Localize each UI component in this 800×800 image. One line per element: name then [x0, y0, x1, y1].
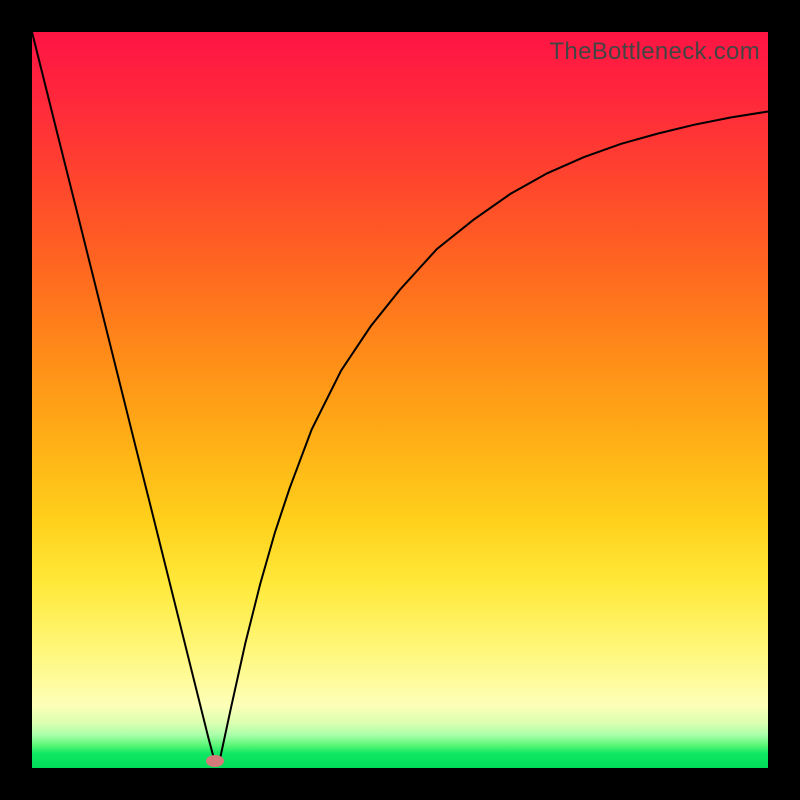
curve-layer [32, 32, 768, 768]
plot-area: TheBottleneck.com [32, 32, 768, 768]
chart-frame: TheBottleneck.com [0, 0, 800, 800]
bottleneck-curve [32, 32, 768, 761]
minimum-marker [206, 755, 224, 767]
